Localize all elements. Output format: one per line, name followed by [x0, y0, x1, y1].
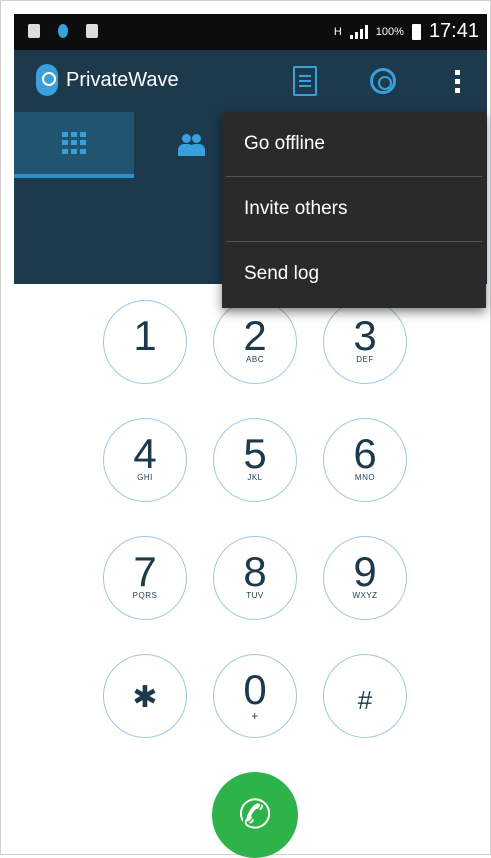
tab-dialpad[interactable] — [14, 112, 134, 178]
key-8[interactable]: 8 TUV — [213, 536, 297, 620]
settings-button[interactable] — [366, 64, 400, 98]
key-letters: JKL — [247, 473, 263, 482]
key-digit: 2 — [243, 312, 267, 359]
key-digit: # — [357, 685, 373, 715]
key-digit: 0 — [243, 666, 267, 713]
contacts-icon — [178, 134, 206, 156]
key-pound[interactable]: # — [323, 654, 407, 738]
menu-item-go-offline[interactable]: Go offline — [222, 112, 486, 176]
key-digit: 9 — [353, 548, 377, 595]
clock: 17:41 — [428, 20, 479, 42]
key-letters: GHI — [137, 473, 153, 482]
key-digit: 5 — [243, 430, 267, 477]
key-digit: 8 — [243, 548, 267, 595]
key-letters: + — [251, 709, 259, 723]
battery-percent: 100% — [375, 25, 404, 38]
app-title: PrivateWave — [66, 69, 179, 91]
signal-icon — [349, 24, 368, 39]
key-5[interactable]: 5 JKL — [213, 418, 297, 502]
menu-item-invite-others[interactable]: Invite others — [222, 177, 486, 241]
app-logo-icon — [36, 64, 58, 96]
key-0[interactable]: 0 + — [213, 654, 297, 738]
phone-icon: ✆ — [234, 790, 276, 840]
key-digit: 4 — [133, 430, 157, 477]
key-digit: 1 — [133, 312, 157, 359]
key-2[interactable]: 2 ABC — [213, 300, 297, 384]
status-bar: H 100% 17:41 — [14, 14, 487, 50]
notification-icons — [28, 24, 98, 38]
key-digit: 7 — [133, 548, 157, 595]
key-9[interactable]: 9 WXYZ — [323, 536, 407, 620]
grid-icon — [62, 132, 86, 154]
key-letters: TUV — [246, 591, 264, 600]
privatewave-notification-icon — [58, 24, 68, 38]
call-log-button[interactable] — [288, 64, 322, 98]
key-letters: DEF — [356, 355, 374, 364]
battery-icon — [411, 23, 421, 40]
key-star[interactable]: ✱ — [103, 654, 187, 738]
sim-icon — [28, 24, 40, 38]
key-4[interactable]: 4 GHI — [103, 418, 187, 502]
network-type: H — [333, 25, 342, 38]
key-letters: WXYZ — [352, 591, 378, 600]
key-digit: ✱ — [132, 681, 158, 714]
call-button[interactable]: ✆ — [212, 772, 298, 858]
key-letters: MNO — [354, 473, 376, 482]
key-letters: PQRS — [132, 591, 158, 600]
action-bar: PrivateWave — [14, 50, 487, 112]
gear-icon — [370, 68, 396, 94]
key-6[interactable]: 6 MNO — [323, 418, 407, 502]
more-vert-icon — [454, 69, 460, 93]
key-7[interactable]: 7 PQRS — [103, 536, 187, 620]
key-3[interactable]: 3 DEF — [323, 300, 407, 384]
key-digit: 6 — [353, 430, 377, 477]
key-1[interactable]: 1 — [103, 300, 187, 384]
key-digit: 3 — [353, 312, 377, 359]
overflow-menu-button[interactable] — [440, 64, 474, 98]
menu-item-send-log[interactable]: Send log — [222, 242, 486, 306]
overflow-menu: Go offline Invite others Send log — [222, 112, 486, 308]
document-icon — [293, 66, 317, 96]
key-letters: ABC — [246, 355, 264, 364]
clipboard-icon — [86, 24, 98, 38]
